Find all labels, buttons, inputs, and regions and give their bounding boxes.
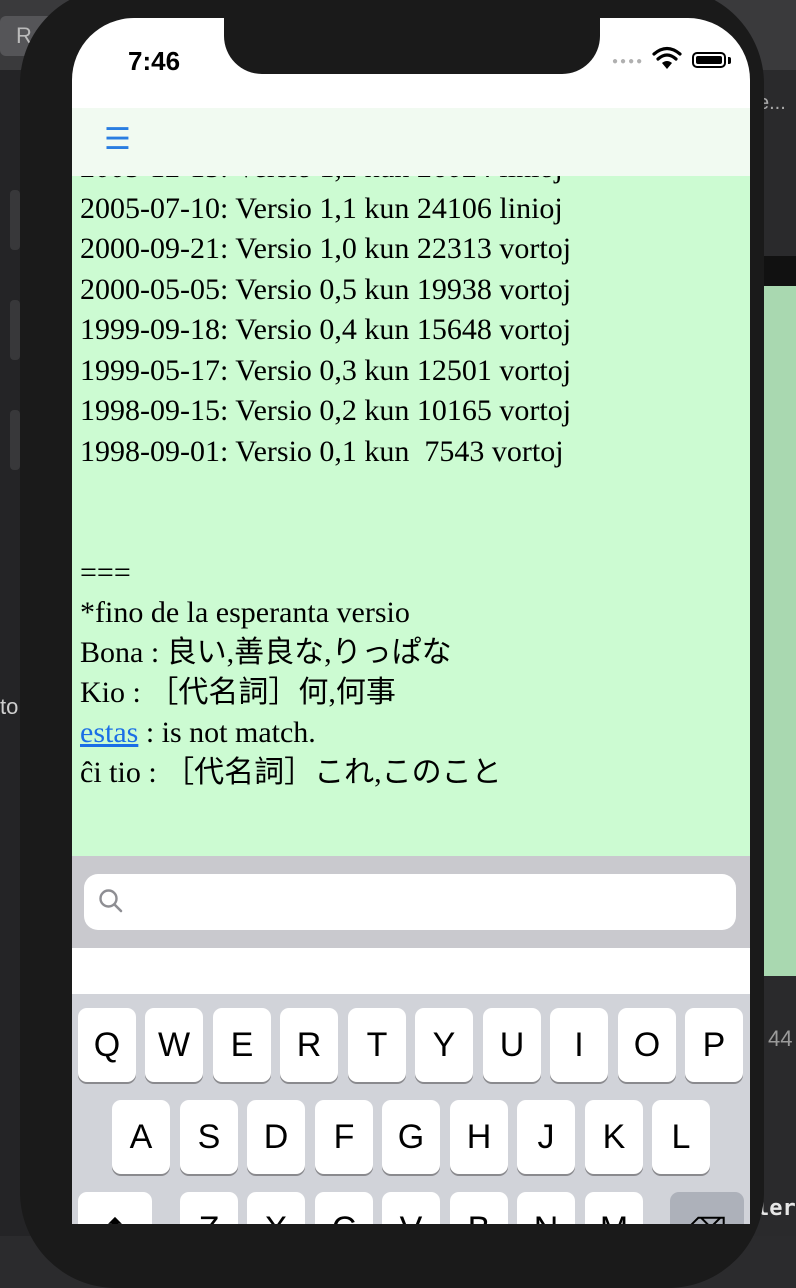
version-line: 2000-05-05: Versio 0,5 kun 19938 vortoj <box>80 272 572 306</box>
separator: === <box>80 556 131 589</box>
background-marker <box>10 190 20 250</box>
background-marker <box>10 300 20 360</box>
key-h[interactable]: H <box>450 1100 508 1174</box>
background-marker <box>10 410 20 470</box>
dictionary-content: 2005-12-15: Versio 1,2 kun 26024 linioj … <box>72 176 750 856</box>
key-t[interactable]: T <box>348 1008 406 1082</box>
key-f[interactable]: F <box>315 1100 373 1174</box>
status-indicators: ●●●● <box>612 46 732 76</box>
search-bar <box>72 856 750 948</box>
version-line: 2005-07-10: Versio 1,1 kun 24106 linioj <box>80 191 563 225</box>
version-line: 2005-12-15: Versio 1,2 kun 26024 linioj <box>80 176 571 189</box>
key-u[interactable]: U <box>483 1008 541 1082</box>
search-input[interactable] <box>84 874 736 930</box>
key-s[interactable]: S <box>180 1100 238 1174</box>
key-k[interactable]: K <box>585 1100 643 1174</box>
content-lines: 2005-12-15: Versio 1,2 kun 26024 linioj … <box>80 176 571 793</box>
dictionary-entry: ĉi tio : ［代名詞］これ,このこと <box>80 753 571 793</box>
entry-word: Kio <box>80 676 125 709</box>
key-v[interactable]: V <box>382 1192 440 1224</box>
background-right-preview <box>762 286 796 976</box>
dictionary-entry: estas : is not match. <box>80 713 571 753</box>
key-g[interactable]: G <box>382 1100 440 1174</box>
wifi-icon <box>652 46 682 69</box>
entry-definition: : is not match. <box>138 716 316 749</box>
key-e[interactable]: E <box>213 1008 271 1082</box>
entry-definition: : 良い,善良な,りっぱな <box>143 636 452 669</box>
key-o[interactable]: O <box>618 1008 676 1082</box>
entry-word-link[interactable]: estas <box>80 716 138 749</box>
key-m[interactable]: M <box>585 1192 643 1224</box>
entry-definition: : ［代名詞］何,何事 <box>125 676 396 709</box>
entry-word: ĉi tio <box>80 756 141 789</box>
key-i[interactable]: I <box>550 1008 608 1082</box>
key-d[interactable]: D <box>247 1100 305 1174</box>
dictionary-entry: Bona : 良い,善良な,りっぱな <box>80 633 571 673</box>
key-j[interactable]: J <box>517 1100 575 1174</box>
blank-space <box>80 472 571 553</box>
background-left-text: to <box>0 694 19 719</box>
keyboard-accessory-bar <box>72 948 750 994</box>
search-icon <box>99 889 123 913</box>
version-line: 1999-05-17: Versio 0,3 kun 12501 vortoj <box>80 353 572 387</box>
entry-definition: : ［代名詞］これ,このこと <box>140 756 502 789</box>
key-b[interactable]: B <box>450 1192 508 1224</box>
key-w[interactable]: W <box>145 1008 203 1082</box>
phone-frame: 7:46 ●●●● 2005-12-15: Versio 1,2 kun 260… <box>20 0 764 1288</box>
battery-icon <box>692 52 726 68</box>
cellular-signal-icon: ●●●● <box>612 56 645 67</box>
version-line: 1998-09-15: Versio 0,2 kun 10165 vortoj <box>80 394 572 427</box>
key-z[interactable]: Z <box>180 1192 238 1224</box>
menu-button[interactable]: ☰ <box>104 120 131 160</box>
version-line: 1998-09-01: Versio 0,1 kun 7543 vortoj <box>80 434 564 468</box>
status-time: 7:46 <box>128 46 181 76</box>
end-note: *fino de la esperanta versio <box>80 596 410 629</box>
version-line: 2000-09-21: Versio 1,0 kun 22313 vortoj <box>80 232 572 265</box>
key-r[interactable]: R <box>280 1008 338 1082</box>
battery-tip <box>728 57 731 64</box>
key-q[interactable]: Q <box>78 1008 136 1082</box>
delete-key[interactable]: ⌫ <box>670 1192 744 1224</box>
key-x[interactable]: X <box>247 1192 305 1224</box>
key-a[interactable]: A <box>112 1100 170 1174</box>
key-p[interactable]: P <box>685 1008 743 1082</box>
phone-notch <box>224 18 600 74</box>
dictionary-entry: Kio : ［代名詞］何,何事 <box>80 673 571 713</box>
entry-word: Bona <box>80 636 144 669</box>
background-right-header <box>760 256 796 286</box>
version-line: 1999-09-18: Versio 0,4 kun 15648 vortoj <box>80 313 572 346</box>
navigation-bar: ☰ <box>72 108 750 176</box>
phone-screen: 7:46 ●●●● 2005-12-15: Versio 1,2 kun 260… <box>72 18 750 1224</box>
key-l[interactable]: L <box>652 1100 710 1174</box>
key-y[interactable]: Y <box>415 1008 473 1082</box>
key-c[interactable]: C <box>315 1192 373 1224</box>
key-n[interactable]: N <box>517 1192 575 1224</box>
shift-key[interactable]: ⬆ <box>78 1192 152 1224</box>
software-keyboard: Q W E R T Y U I O P A S D F G H J K L ⬆ … <box>72 994 750 1224</box>
background-right-number: 44 <box>768 1026 793 1051</box>
